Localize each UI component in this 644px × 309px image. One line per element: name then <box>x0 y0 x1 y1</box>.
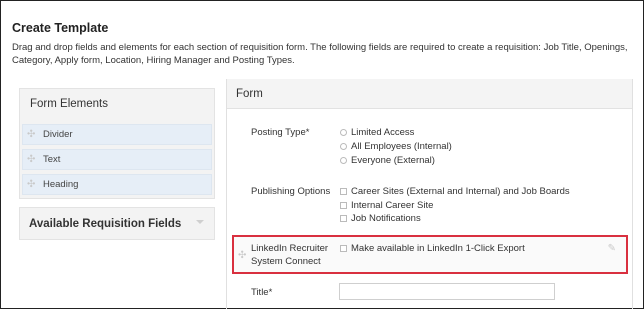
available-requisition-fields-title: Available Requisition Fields <box>29 217 182 230</box>
checkbox-icon <box>340 188 347 195</box>
linkedin-recruiter-label: LinkedIn Recruiter System Connect <box>251 243 329 267</box>
form-element-heading[interactable]: ✣ Heading <box>22 174 212 195</box>
publishing-option-internal-career-site[interactable]: Internal Career Site <box>340 200 433 211</box>
posting-type-label: Posting Type* <box>251 127 310 138</box>
form-header: Form <box>227 79 632 109</box>
form-element-label: Heading <box>43 179 79 190</box>
page-title: Create Template <box>12 21 109 35</box>
radio-icon <box>340 157 347 164</box>
drag-handle-icon: ✣ <box>27 129 36 140</box>
drag-handle-icon: ✣ <box>27 154 36 165</box>
title-input[interactable] <box>339 283 555 300</box>
radio-icon <box>340 129 347 136</box>
publishing-options-label: Publishing Options <box>251 186 331 197</box>
form-elements-panel: Form Elements ✣ Divider ✣ Text ✣ Heading <box>19 88 215 199</box>
posting-type-option-limited-access[interactable]: Limited Access <box>340 127 414 138</box>
page-description: Drag and drop fields and elements for ea… <box>12 42 628 66</box>
form-element-label: Divider <box>43 129 73 140</box>
posting-type-option-everyone[interactable]: Everyone (External) <box>340 155 435 166</box>
form-elements-title: Form Elements <box>30 98 108 110</box>
pencil-icon[interactable]: ✎ <box>608 243 616 254</box>
chevron-down-icon <box>196 220 204 224</box>
form-element-divider[interactable]: ✣ Divider <box>22 124 212 145</box>
drag-handle-icon: ✣ <box>27 179 36 190</box>
radio-icon <box>340 143 347 150</box>
publishing-option-job-notifications[interactable]: Job Notifications <box>340 213 421 224</box>
create-template-page: Create Template Drag and drop fields and… <box>0 0 644 309</box>
linkedin-export-option[interactable]: Make available in LinkedIn 1-Click Expor… <box>340 243 525 254</box>
drag-handle-icon[interactable]: ✣ <box>238 250 246 261</box>
checkbox-icon <box>340 202 347 209</box>
form-element-text[interactable]: ✣ Text <box>22 149 212 170</box>
form-element-label: Text <box>43 154 61 165</box>
available-requisition-fields-toggle[interactable]: Available Requisition Fields <box>19 207 215 240</box>
checkbox-icon <box>340 245 347 252</box>
form-title: Form <box>236 88 263 100</box>
checkbox-icon <box>340 215 347 222</box>
posting-type-option-all-employees[interactable]: All Employees (Internal) <box>340 141 452 152</box>
publishing-option-career-sites[interactable]: Career Sites (External and Internal) and… <box>340 186 570 197</box>
title-label: Title* <box>251 287 273 298</box>
